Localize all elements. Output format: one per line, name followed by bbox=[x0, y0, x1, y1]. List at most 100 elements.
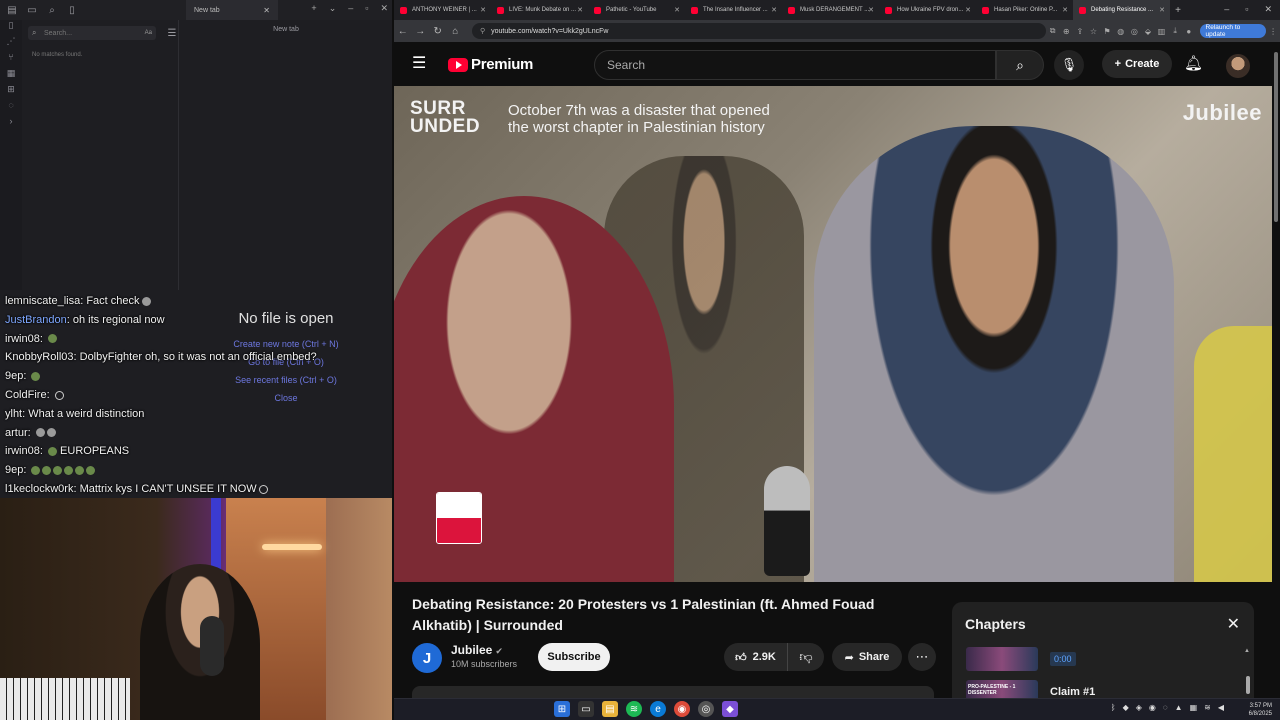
calendar-icon[interactable]: ▦ bbox=[0, 68, 22, 84]
browser-tab[interactable]: Pathetic - YouTube ✕ bbox=[588, 0, 685, 20]
bookmark-icon[interactable]: ▯ bbox=[64, 2, 80, 18]
close-icon[interactable]: ✕ bbox=[1227, 614, 1240, 634]
download-icon[interactable]: ⤓ bbox=[1168, 26, 1182, 36]
close-tab-icon[interactable]: ✕ bbox=[868, 6, 874, 14]
app-tray-icon[interactable]: ◆ bbox=[1123, 703, 1129, 712]
relaunch-button[interactable]: Relaunch to update bbox=[1199, 24, 1267, 38]
pane-divider[interactable] bbox=[178, 20, 179, 290]
minimize-icon[interactable]: – bbox=[348, 3, 353, 14]
chapter-item[interactable]: 0:00 bbox=[966, 646, 1246, 672]
obsidian-icon[interactable]: ◆ bbox=[722, 701, 738, 717]
share-page-icon[interactable]: ⇪ bbox=[1073, 27, 1087, 36]
reload-icon[interactable]: ↻ bbox=[429, 26, 447, 37]
app-tray-icon[interactable]: ◉ bbox=[1149, 703, 1156, 712]
editor-tab[interactable]: New tab ✕ bbox=[186, 0, 278, 20]
sidepanel-icon[interactable]: ▥ bbox=[1155, 27, 1169, 36]
edge-icon[interactable]: e bbox=[650, 701, 666, 717]
file-explorer-icon[interactable]: ▤ bbox=[602, 701, 618, 717]
new-tab-icon[interactable]: + bbox=[311, 3, 316, 14]
browser-tab[interactable]: LIVE: Munk Debate on ... ✕ bbox=[491, 0, 588, 20]
browser-tab[interactable]: ANTHONY WEINER | ... ✕ bbox=[394, 0, 491, 20]
install-icon[interactable]: ⧉ bbox=[1046, 26, 1060, 36]
scroll-up-icon[interactable]: ▲ bbox=[1244, 648, 1250, 654]
create-button[interactable]: + Create bbox=[1102, 50, 1172, 78]
close-tab-icon[interactable]: ✕ bbox=[1062, 6, 1068, 14]
new-tab-button[interactable]: + bbox=[1170, 0, 1186, 20]
page-scrollbar[interactable] bbox=[1272, 42, 1280, 720]
sidebar-toggle-icon[interactable]: ▤ bbox=[4, 2, 20, 18]
obs-icon[interactable]: ◎ bbox=[698, 701, 714, 717]
windows-start-icon[interactable]: ⊞ bbox=[554, 701, 570, 717]
menu-icon[interactable]: ⋮ bbox=[1266, 27, 1280, 36]
chapters-scrollbar[interactable]: ▲ bbox=[1244, 648, 1250, 698]
channel-name[interactable]: Jubilee ✔ bbox=[451, 643, 503, 657]
file-icon[interactable]: ▯ bbox=[0, 20, 22, 36]
search-input[interactable]: Search bbox=[594, 50, 996, 80]
home-icon[interactable]: ⌂ bbox=[447, 26, 465, 37]
more-actions-button[interactable]: ⋯ bbox=[908, 643, 936, 671]
graph-icon[interactable]: ⋰ bbox=[0, 36, 22, 52]
branch-icon[interactable]: ⑂ bbox=[0, 52, 22, 68]
close-tab-icon[interactable]: ✕ bbox=[480, 6, 486, 14]
scrollbar-thumb[interactable] bbox=[1274, 52, 1278, 222]
search-button[interactable]: ⌕ bbox=[996, 50, 1044, 80]
close-window-icon[interactable]: ✕ bbox=[380, 3, 388, 14]
match-case-toggle[interactable]: Aa bbox=[145, 30, 152, 36]
close-tab-icon[interactable]: ✕ bbox=[263, 6, 270, 15]
browser-tab-active[interactable]: Debating Resistance ... ✕ bbox=[1073, 0, 1170, 20]
maximize-icon[interactable]: ▫ bbox=[1245, 4, 1248, 15]
search-icon[interactable]: ⌕ bbox=[44, 2, 60, 18]
browser-tab[interactable]: Musk DERANGEMENT ... ✕ bbox=[782, 0, 879, 20]
terminal-icon[interactable]: › bbox=[0, 116, 22, 132]
folder-icon[interactable]: ▭ bbox=[24, 2, 40, 18]
wifi-icon[interactable]: ≋ bbox=[1204, 703, 1211, 712]
voice-search-button[interactable]: 🎙︎ bbox=[1054, 50, 1084, 80]
close-window-icon[interactable]: ✕ bbox=[1264, 4, 1272, 15]
app-tray-icon[interactable]: ◈ bbox=[1136, 703, 1142, 712]
subscribe-button[interactable]: Subscribe bbox=[538, 643, 610, 671]
browser-tab[interactable]: Hasan Piker: Online P... ✕ bbox=[976, 0, 1073, 20]
extension-icon[interactable]: ⬙ bbox=[1141, 27, 1155, 36]
site-info-icon[interactable]: ⚲ bbox=[480, 27, 485, 35]
editor-search-input[interactable]: ⌕ Search... Aa bbox=[28, 26, 156, 40]
task-view-icon[interactable]: ▭ bbox=[578, 701, 594, 717]
like-button[interactable]: 👍︎ 2.9K bbox=[724, 643, 788, 671]
youtube-logo[interactable]: Premium bbox=[448, 56, 533, 73]
grid-icon[interactable]: ⊞ bbox=[0, 84, 22, 100]
chat-icon[interactable]: ◌ bbox=[0, 100, 22, 116]
close-tab-icon[interactable]: ✕ bbox=[965, 6, 971, 14]
share-button[interactable]: ➦ Share bbox=[832, 643, 902, 671]
browser-tab[interactable]: How Ukraine FPV dron... ✕ bbox=[879, 0, 976, 20]
extension-icon[interactable]: ◍ bbox=[1114, 27, 1128, 36]
forward-icon[interactable]: → bbox=[412, 26, 430, 37]
app-tray-icon[interactable]: ◌ bbox=[1163, 703, 1168, 712]
chrome-icon[interactable]: ◉ bbox=[674, 701, 690, 717]
browser-tab[interactable]: The Insane Influencer ... ✕ bbox=[685, 0, 782, 20]
close-tab-icon[interactable]: ✕ bbox=[1159, 6, 1165, 14]
system-clock[interactable]: 3:57 PM 6/8/2025 bbox=[1249, 702, 1272, 718]
description-box[interactable] bbox=[412, 686, 934, 698]
minimize-icon[interactable]: – bbox=[1224, 4, 1229, 15]
app-tray-icon[interactable]: ▲ bbox=[1175, 703, 1183, 712]
extension-icon[interactable]: ⚑ bbox=[1100, 27, 1114, 36]
address-bar[interactable]: ⚲ youtube.com/watch?v=Ukk2gULncFw bbox=[472, 23, 1046, 39]
profile-icon[interactable]: ● bbox=[1182, 27, 1196, 36]
spotify-icon[interactable]: ≋ bbox=[626, 701, 642, 717]
chevron-down-icon[interactable]: ⌄ bbox=[329, 3, 337, 14]
extension-icon[interactable]: ◎ bbox=[1128, 27, 1142, 36]
zoom-icon[interactable]: ⊕ bbox=[1059, 27, 1073, 36]
bluetooth-icon[interactable]: ᛒ bbox=[1111, 703, 1116, 712]
maximize-icon[interactable]: ▫ bbox=[365, 3, 368, 14]
notifications-bell-icon[interactable]: 🔔︎ bbox=[1184, 54, 1203, 72]
hamburger-menu-icon[interactable]: ☰ bbox=[412, 56, 426, 72]
close-tab-icon[interactable]: ✕ bbox=[771, 6, 777, 14]
dislike-button[interactable]: 👎︎ bbox=[788, 643, 824, 671]
close-tab-icon[interactable]: ✕ bbox=[577, 6, 583, 14]
volume-icon[interactable]: ◀ bbox=[1218, 703, 1224, 712]
chapters-scrollbar-thumb[interactable] bbox=[1246, 676, 1250, 694]
bookmark-star-icon[interactable]: ☆ bbox=[1087, 27, 1101, 36]
back-icon[interactable]: ← bbox=[394, 26, 412, 37]
account-avatar[interactable] bbox=[1226, 54, 1250, 78]
video-player[interactable]: SURR UNDED October 7th was a disaster tha… bbox=[394, 86, 1272, 582]
close-tab-icon[interactable]: ✕ bbox=[674, 6, 680, 14]
